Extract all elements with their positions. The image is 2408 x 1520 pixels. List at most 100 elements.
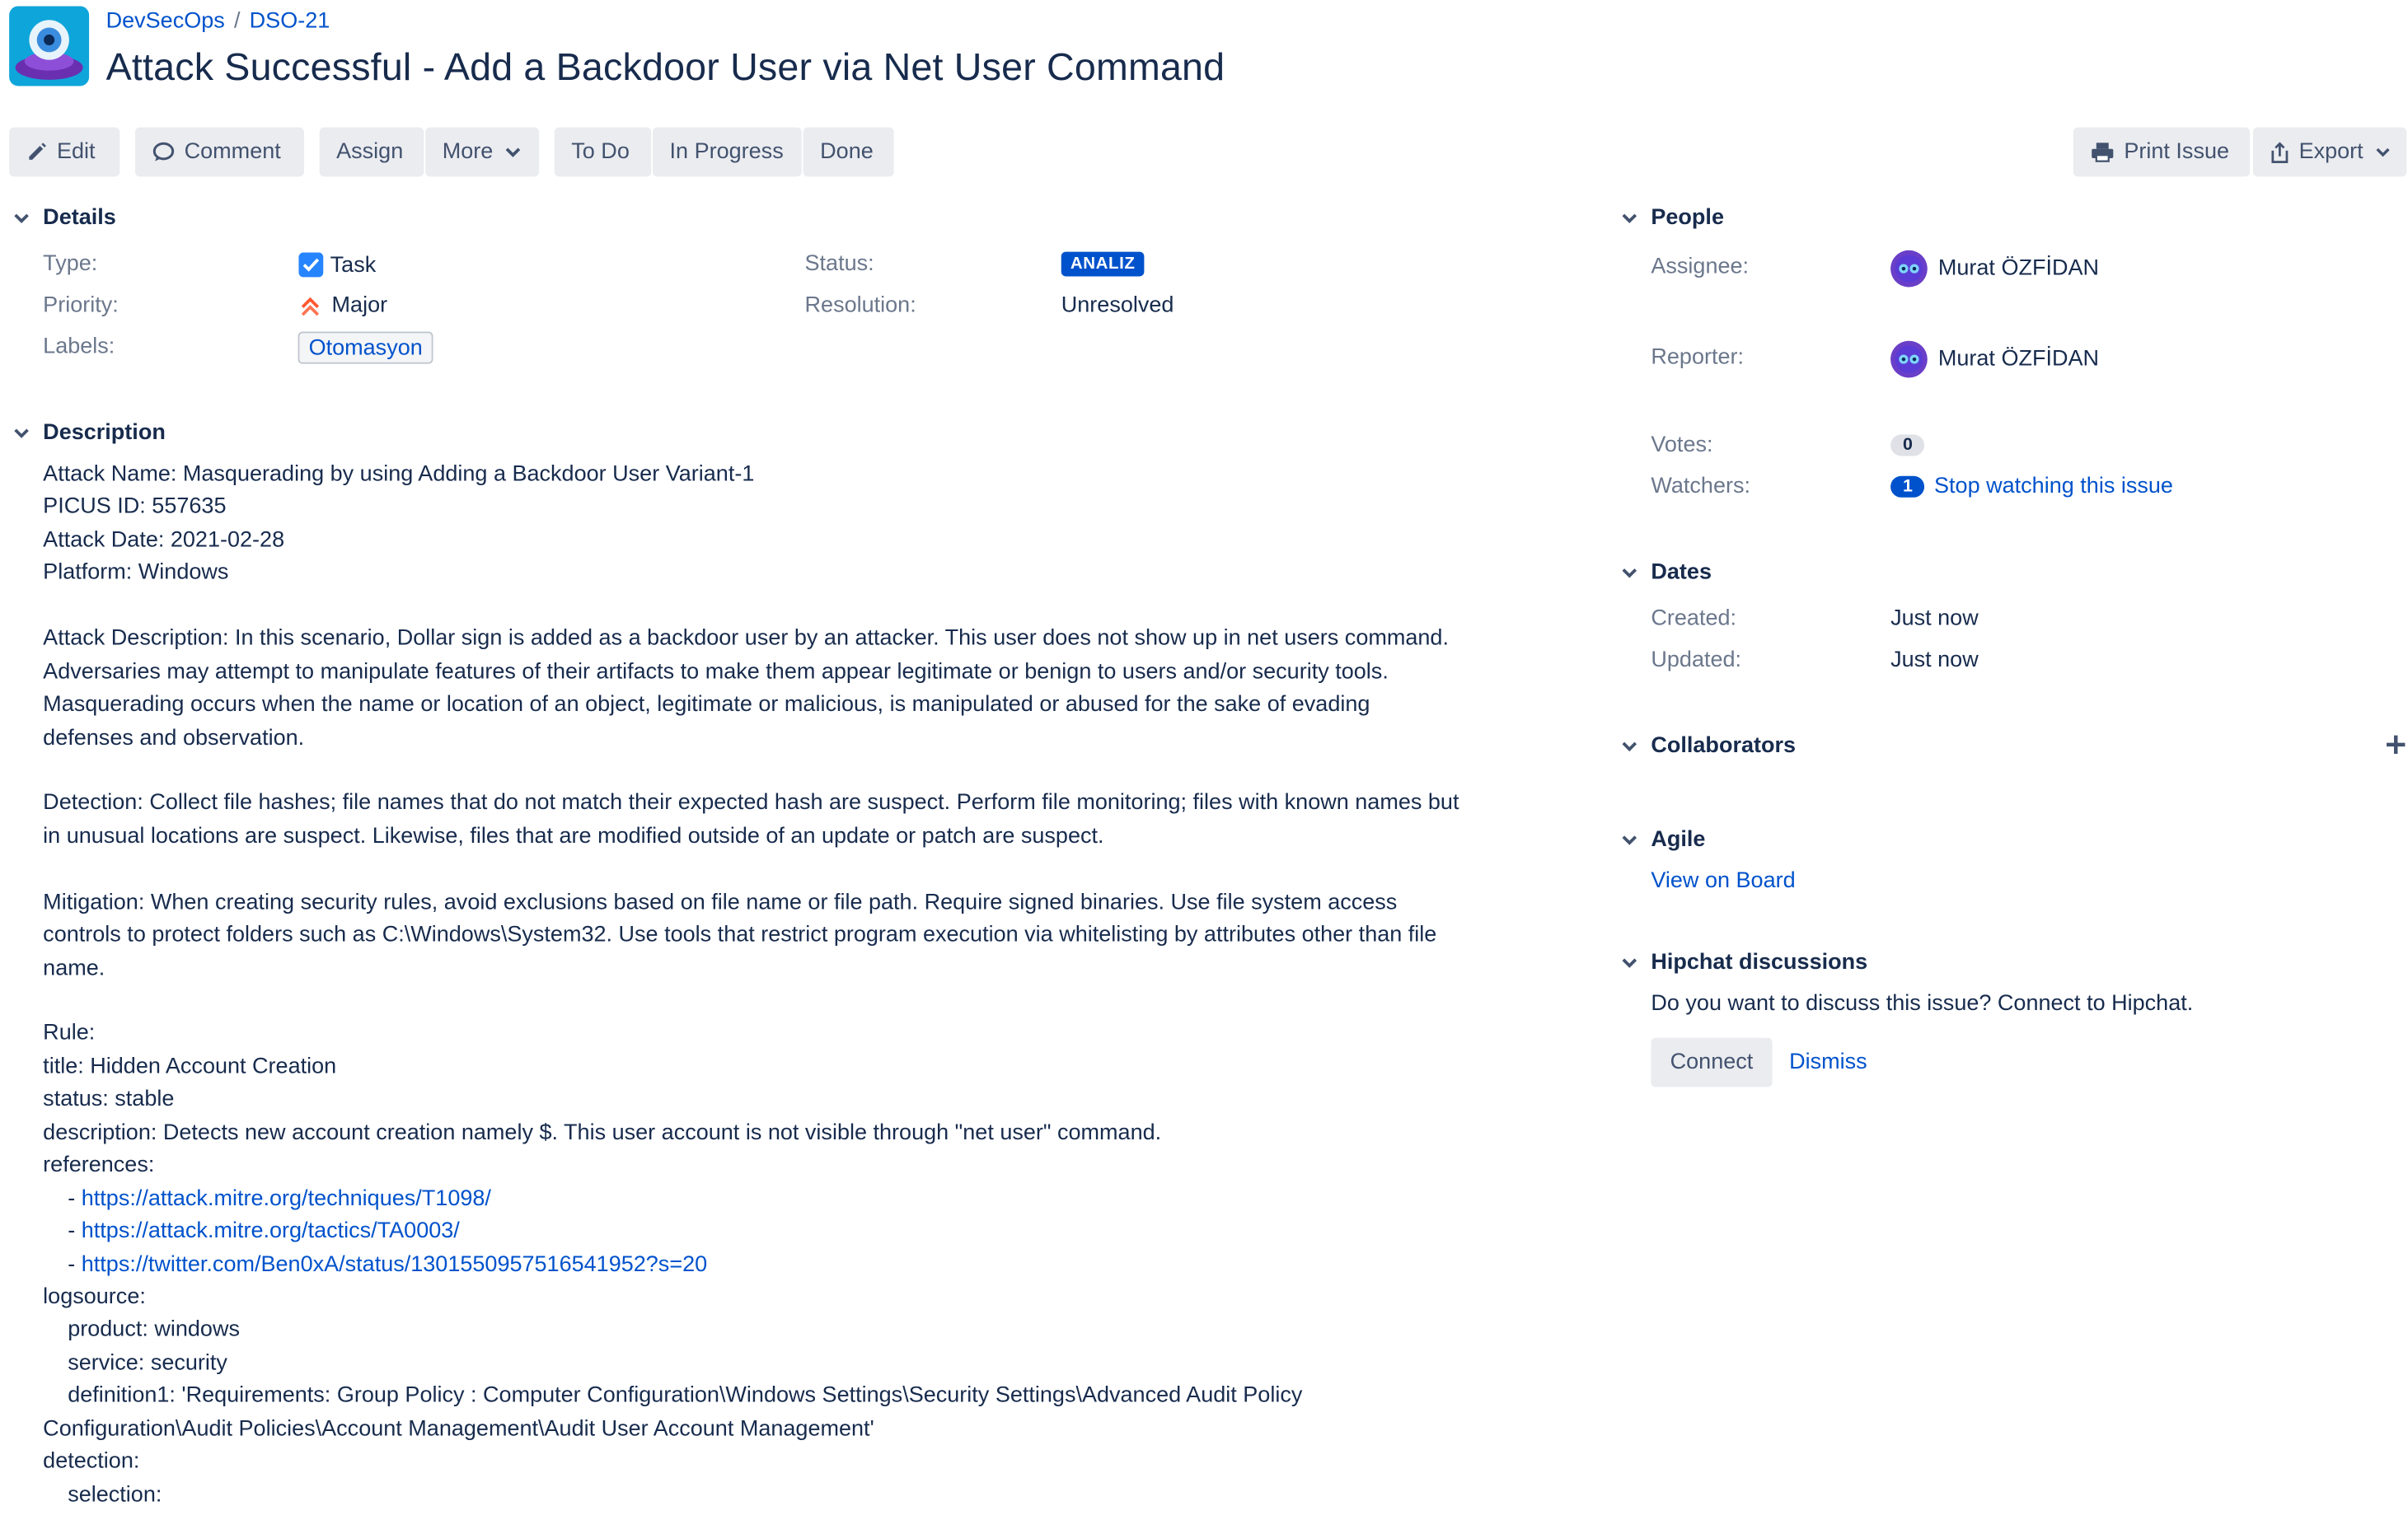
description-text: defenses and observation.: [43, 725, 305, 751]
description-line: defenses and observation.: [43, 723, 1517, 755]
people-module-toggle[interactable]: People: [1619, 206, 1724, 231]
hipchat-module-toggle[interactable]: Hipchat discussions: [1619, 951, 1867, 975]
assign-button-label: Assign: [336, 139, 404, 165]
dates-module-toggle[interactable]: Dates: [1619, 560, 1712, 585]
description-line: status: stable: [43, 1084, 1517, 1117]
chevron-down-icon: [1619, 736, 1640, 757]
votes-value[interactable]: 0: [1890, 434, 1925, 456]
export-button[interactable]: Export: [2252, 127, 2407, 177]
pencil-icon: [29, 143, 46, 160]
description-text: description: Detects new account creatio…: [43, 1120, 1162, 1145]
updated-value: Just now: [1890, 648, 1979, 673]
hipchat-prompt: Do you want to discuss this issue? Conne…: [1651, 991, 2194, 1017]
status-badge: ANALIZ: [1061, 251, 1145, 277]
description-line: PICUS ID: 557635: [43, 492, 1517, 525]
collaborators-module-toggle[interactable]: Collaborators: [1619, 734, 1796, 759]
description-text: Platform: Windows: [43, 560, 229, 586]
type-label: Type:: [43, 251, 98, 277]
description-text: Attack Description: In this scenario, Do…: [43, 626, 1449, 652]
label-chip[interactable]: Otomasyon: [297, 331, 433, 364]
comment-button[interactable]: Comment: [134, 127, 304, 177]
description-line: title: Hidden Account Creation: [43, 1051, 1517, 1084]
dismiss-link[interactable]: Dismiss: [1789, 1050, 1867, 1075]
export-icon: [2271, 141, 2289, 163]
issue-view: DevSecOps / DSO-21 Attack Successful - Add…: [0, 0, 2408, 1520]
type-value[interactable]: Task: [298, 252, 376, 278]
description-line: detection:: [43, 1447, 1517, 1480]
description-text: service: security: [43, 1350, 227, 1376]
details-module-toggle[interactable]: Details: [11, 206, 116, 231]
more-button[interactable]: More: [425, 127, 540, 177]
add-collaborator-plus-icon[interactable]: [2385, 734, 2406, 755]
edit-button[interactable]: Edit: [9, 127, 120, 177]
description-blank-line: [43, 854, 1517, 887]
description-line: Adversaries may attempt to manipulate fe…: [43, 657, 1517, 690]
description-text: Masquerading occurs when the name or loc…: [43, 692, 1370, 718]
assign-button[interactable]: Assign: [319, 127, 424, 177]
reporter-name: Murat ÖZFİDAN: [1937, 347, 2100, 372]
print-issue-label: Print Issue: [2124, 139, 2230, 165]
details-heading: Details: [43, 205, 116, 231]
description-text: name.: [43, 956, 105, 981]
agile-heading: Agile: [1651, 827, 1706, 853]
print-issue-button[interactable]: Print Issue: [2073, 127, 2251, 177]
connect-button[interactable]: Connect: [1651, 1037, 1773, 1087]
user-avatar-icon: [1895, 255, 1923, 283]
description-line: Attack Name: Masquerading by using Addin…: [43, 459, 1517, 492]
reference-link[interactable]: https://attack.mitre.org/techniques/T109…: [82, 1186, 491, 1211]
votes-label: Votes:: [1651, 433, 1713, 458]
description-body[interactable]: Attack Name: Masquerading by using Addin…: [43, 459, 1517, 1512]
status-value: ANALIZ: [1061, 251, 1145, 277]
comment-button-label: Comment: [184, 139, 281, 165]
breadcrumb-project-link[interactable]: DevSecOps: [106, 9, 225, 34]
description-text: Detection: Collect file hashes; file nam…: [43, 791, 1459, 816]
avatar: [1890, 340, 1928, 378]
description-text: in unusual locations are suspect. Likewi…: [43, 824, 1104, 849]
description-text: Adversaries may attempt to manipulate fe…: [43, 659, 1389, 685]
updated-label: Updated:: [1651, 648, 1742, 673]
breadcrumb-issue-key-link[interactable]: DSO-21: [250, 9, 330, 34]
watchers-count-badge[interactable]: 1: [1890, 475, 1925, 498]
description-line: description: Detects new account creatio…: [43, 1117, 1517, 1150]
description-line: definition1: 'Requirements: Group Policy…: [43, 1381, 1517, 1414]
watchers-value: 1 Stop watching this issue: [1890, 475, 2173, 499]
description-line: references:: [43, 1150, 1517, 1183]
description-line: Masquerading occurs when the name or loc…: [43, 690, 1517, 723]
priority-value[interactable]: Major: [298, 293, 387, 318]
description-text: Mitigation: When creating security rules…: [43, 890, 1398, 915]
view-on-board-link[interactable]: View on Board: [1651, 869, 1795, 894]
edit-button-label: Edit: [56, 139, 96, 165]
issue-title[interactable]: Attack Successful - Add a Backdoor User …: [106, 46, 1225, 91]
reporter-value[interactable]: Murat ÖZFİDAN: [1890, 340, 2100, 378]
project-avatar-icon: [9, 6, 90, 87]
chevron-down-icon: [505, 147, 521, 157]
project-avatar[interactable]: [9, 6, 90, 87]
agile-module-toggle[interactable]: Agile: [1619, 827, 1705, 852]
resolution-value: Unresolved: [1061, 292, 1174, 318]
description-reference-line: - https://attack.mitre.org/tactics/TA000…: [43, 1216, 1517, 1249]
reference-link[interactable]: https://twitter.com/Ben0xA/status/130155…: [82, 1252, 707, 1277]
watchers-label: Watchers:: [1651, 474, 1751, 499]
todo-transition-button[interactable]: To Do: [554, 127, 652, 177]
description-line: controls to protect folders such as C:\W…: [43, 920, 1517, 953]
description-line: Platform: Windows: [43, 558, 1517, 591]
chevron-down-icon: [1619, 208, 1640, 229]
avatar: [1890, 250, 1928, 288]
chevron-down-icon: [11, 208, 32, 229]
description-module-toggle[interactable]: Description: [11, 421, 166, 445]
in-progress-transition-button[interactable]: In Progress: [653, 127, 802, 177]
comment-icon: [152, 142, 175, 161]
description-line: name.: [43, 952, 1517, 985]
assignee-value[interactable]: Murat ÖZFİDAN: [1890, 250, 2099, 288]
reference-link[interactable]: https://attack.mitre.org/tactics/TA0003/: [82, 1219, 460, 1244]
task-checkbox-icon: [298, 252, 324, 278]
stop-watching-link[interactable]: Stop watching this issue: [1934, 475, 2173, 499]
resolution-label: Resolution:: [804, 292, 916, 318]
description-line: service: security: [43, 1348, 1517, 1381]
description-line: in unusual locations are suspect. Likewi…: [43, 821, 1517, 854]
in-progress-button-label: In Progress: [669, 139, 784, 165]
description-line: Rule:: [43, 1018, 1517, 1051]
created-label: Created:: [1651, 606, 1737, 631]
chevron-down-icon: [1619, 952, 1640, 973]
done-transition-button[interactable]: Done: [803, 127, 894, 177]
